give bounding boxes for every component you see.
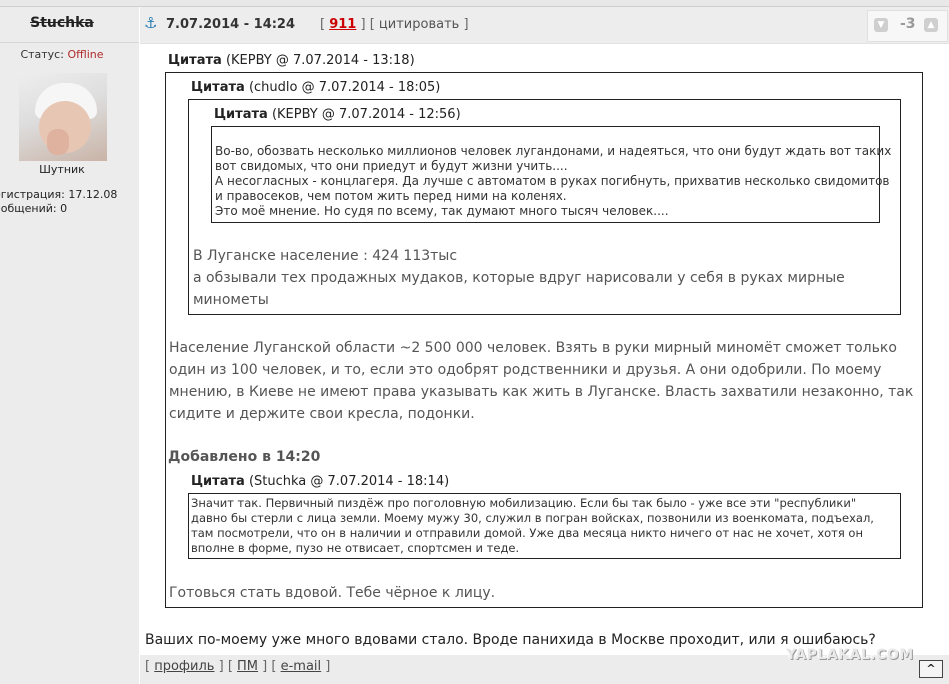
quote-line: вот свидомых, что они приедут и будут жи… [215, 159, 568, 173]
added-time: Добавлено в 14:20 [168, 449, 321, 465]
quote-line: В Луганске население : 424 113тыс [193, 248, 458, 264]
quote-label: Цитата [191, 474, 245, 489]
post-date: 7.07.2014 - 14:24 [166, 17, 296, 32]
quote-line: мнению, в Киеве не имеют права указывать… [169, 384, 914, 400]
user-divider [0, 42, 139, 43]
quote-meta: (Stuchka @ 7.07.2014 - 18:14) [248, 474, 450, 489]
user-rank: Шутник [39, 163, 85, 176]
quote-label: Цитата [191, 80, 245, 95]
quote-link[interactable]: цитировать [379, 17, 459, 32]
watermark: YAPLAKAL.COM [786, 647, 914, 663]
rating-value: -3 [900, 16, 916, 32]
anchor-icon[interactable]: ⚓ [144, 14, 157, 32]
user-status: Статус: Offline [0, 48, 124, 61]
quote-meta: (KEPBY @ 7.07.2014 - 13:18) [225, 53, 415, 68]
thumb-up-icon[interactable]: ▲ [924, 18, 938, 32]
quote-header-2: Цитата (chudlo @ 7.07.2014 - 18:05) [191, 80, 440, 95]
bracket: ] [463, 17, 469, 32]
post-reply-text: Ваших по-моему уже много вдовами стало. … [145, 632, 876, 648]
bracket: ] [ [360, 17, 375, 32]
quote-meta: (KEPBY @ 7.07.2014 - 12:56) [271, 107, 461, 122]
quote-line: и правосеков, чем потом жить перед ними … [215, 189, 567, 203]
quote-line: вполне в форме, пузо не отвисает, спортс… [191, 541, 520, 555]
profile-link[interactable]: профиль [154, 659, 214, 674]
quote-2-text: В Луганске население : 424 113тыс а обзы… [193, 245, 845, 311]
quote-line: сидите и держите свои кресла, подонки. [169, 406, 475, 422]
quote-line: давно бы стерли с лица земли. Моему мужу… [191, 511, 874, 525]
quote-header-1: Цитата (KEPBY @ 7.07.2014 - 13:18) [168, 53, 415, 68]
rating-box: ▼ -3 ▲ [867, 10, 948, 42]
quote-line: один из 100 человек, и то, если это одоб… [169, 362, 882, 378]
post-header-links: [ 911 ] [ цитировать ] [320, 17, 469, 32]
post-header: ⚓ 7.07.2014 - 14:24 [ 911 ] [ цитировать… [140, 7, 949, 44]
quote-line: Во-во, обозвать несколько миллионов чело… [215, 144, 892, 158]
bracket: ] [325, 659, 331, 674]
quote-3-text: Во-во, обозвать несколько миллионов чело… [215, 144, 891, 219]
quote-label: Цитата [214, 107, 268, 122]
post-footer: [ профиль ] [ ПМ ] [ e-mail ] YAPLAKAL.C… [140, 647, 949, 684]
status-value: Offline [67, 48, 104, 61]
quote-label: Цитата [168, 53, 222, 68]
user-panel: Stuchka Статус: Offline Шутник егистраци… [0, 7, 139, 684]
username[interactable]: Stuchka [0, 15, 124, 31]
footer-links: [ профиль ] [ ПМ ] [ e-mail ] [145, 659, 330, 674]
scroll-up-button[interactable]: ^ [919, 660, 943, 678]
top-divider [0, 0, 949, 7]
quote-line: а обзывали тех продажных мудаков, которы… [193, 270, 845, 286]
avatar [19, 73, 107, 161]
bracket: [ [320, 17, 326, 32]
reply-count-link[interactable]: 911 [329, 17, 356, 32]
bracket: ] [ [262, 659, 277, 674]
email-link[interactable]: e-mail [281, 659, 322, 674]
avatar-hand [47, 129, 69, 155]
quote-meta: (chudlo @ 7.07.2014 - 18:05) [248, 80, 441, 95]
user-messages: ообщений: 0 [0, 202, 68, 215]
pm-link[interactable]: ПМ [237, 659, 258, 674]
quote-line: Это моё мнение. Но судя по всему, так ду… [215, 204, 669, 218]
quote-1-text: Население Луганской области ~2 500 000 ч… [169, 337, 913, 425]
user-registration: егистрация: 17.12.08 [0, 188, 118, 201]
quote-line: минометы [193, 292, 269, 308]
quote-line: А несогласных - концлагеря. Да лучше с а… [215, 174, 890, 188]
status-label: Статус: [20, 48, 64, 61]
bracket: [ [145, 659, 151, 674]
quote-line: Значит так. Первичный пиздёж про поголов… [191, 496, 857, 510]
thumb-down-icon[interactable]: ▼ [874, 18, 888, 32]
quote-header-4: Цитата (Stuchka @ 7.07.2014 - 18:14) [191, 474, 449, 489]
quote-header-3: Цитата (KEPBY @ 7.07.2014 - 12:56) [214, 107, 461, 122]
quote-line: там посмотрели, что он в наличии и отпра… [191, 526, 863, 540]
bracket: ] [ [218, 659, 233, 674]
quote-line: Население Луганской области ~2 500 000 ч… [169, 340, 897, 356]
quote-4-text: Значит так. Первичный пиздёж про поголов… [191, 496, 874, 556]
quote-1-tail: Готовься стать вдовой. Тебе чёрное к лиц… [169, 585, 496, 601]
